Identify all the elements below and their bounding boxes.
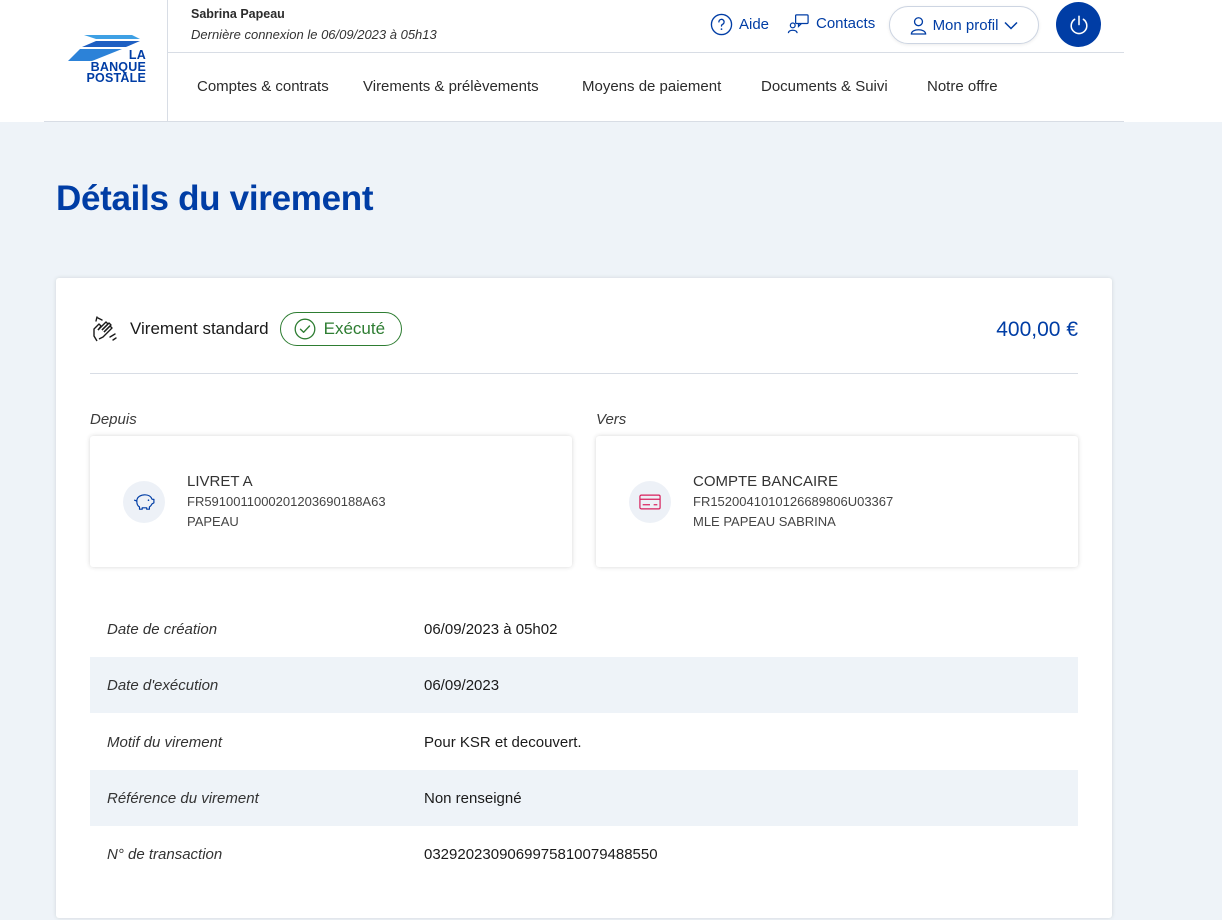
from-account-owner: PAPEAU [187,514,239,529]
detail-value: 06/09/2023 à 05h02 [424,620,558,638]
piggy-bank-icon [123,481,165,523]
detail-key: N° de transaction [107,845,223,863]
detail-key: Motif du virement [107,733,223,751]
to-account-card: COMPTE BANCAIRE FR1520041010126689806U03… [596,436,1078,567]
nav-item-documents[interactable]: Documents & Suivi [761,78,888,95]
to-label: Vers [596,411,627,428]
transfer-header: Virement standard Exécuté [90,312,403,346]
to-account-owner: MLE PAPEAU SABRINA [693,514,836,529]
detail-row-transaction-number: N° de transaction 0329202309069975810079… [90,826,1078,882]
credit-card-icon [629,481,671,523]
profile-label: Mon profil [932,16,999,34]
power-icon [1069,15,1088,34]
from-label: Depuis [90,411,137,428]
logo-text-line: POSTALE [86,71,146,85]
logo-column: LA BANQUE POSTALE [44,0,168,121]
detail-value: 03292023090699758100794885​50 [424,845,658,863]
contacts-label: Contacts [816,15,876,32]
detail-value: Non renseigné [424,789,522,807]
help-link[interactable]: Aide [710,13,769,36]
status-badge: Exécuté [279,312,403,346]
logo-text: LA BANQUE POSTALE [74,49,146,85]
transfer-amount: 400,00 € [996,318,1078,341]
chevron-down-icon [1004,21,1018,30]
site-header: LA BANQUE POSTALE Sabrina Papeau Dernièr… [0,0,1222,122]
from-account-card: LIVRET A FR5910011000201203690188A63 PAP… [90,436,572,567]
detail-key: Référence du virement [107,789,259,807]
from-account-title: LIVRET A [187,473,253,490]
help-label: Aide [739,16,770,33]
card-divider [90,373,1078,374]
contacts-icon [787,14,809,34]
from-account-iban: FR5910011000201203690188A63 [187,494,386,509]
help-icon [710,13,733,36]
user-icon [910,16,926,35]
nav-item-virements[interactable]: Virements & prélèvements [363,78,539,95]
detail-key: Date de création [107,620,218,638]
detail-value: 06/09/2023 [424,676,500,694]
to-account-iban: FR1520041010126689806U03367 [693,494,894,509]
detail-row-execution-date: Date d'exécution 06/09/2023 [90,657,1078,713]
user-name: Sabrina Papeau [191,7,285,21]
nav-item-comptes[interactable]: Comptes & contrats [197,78,329,95]
contacts-link[interactable]: Contacts [787,12,875,35]
logout-button[interactable] [1056,2,1101,47]
main-content: Détails du virement Virement standard Ex… [0,122,1222,920]
header-divider [168,52,1124,53]
status-label: Exécuté [323,319,386,338]
transfer-details-card: Virement standard Exécuté 400,00 € Depui… [56,278,1112,918]
page-title: Détails du virement [56,179,374,218]
detail-row-reference: Référence du virement Non renseigné [90,770,1078,826]
last-login: Dernière connexion le 06/09/2023 à 05h13 [191,27,437,42]
nav-item-moyens-paiement[interactable]: Moyens de paiement [582,78,721,95]
detail-row-creation-date: Date de création 06/09/2023 à 05h02 [90,601,1078,657]
profile-button[interactable]: Mon profil [889,6,1039,44]
transfer-hand-icon [90,314,120,344]
check-circle-icon [294,318,316,340]
nav-item-offre[interactable]: Notre offre [927,78,998,95]
transfer-type: Virement standard [130,319,269,338]
detail-key: Date d'exécution [107,676,219,694]
detail-value: Pour KSR et decouvert. [424,733,582,751]
detail-row-motive: Motif du virement Pour KSR et decouvert. [90,714,1078,770]
to-account-title: COMPTE BANCAIRE [693,473,839,490]
